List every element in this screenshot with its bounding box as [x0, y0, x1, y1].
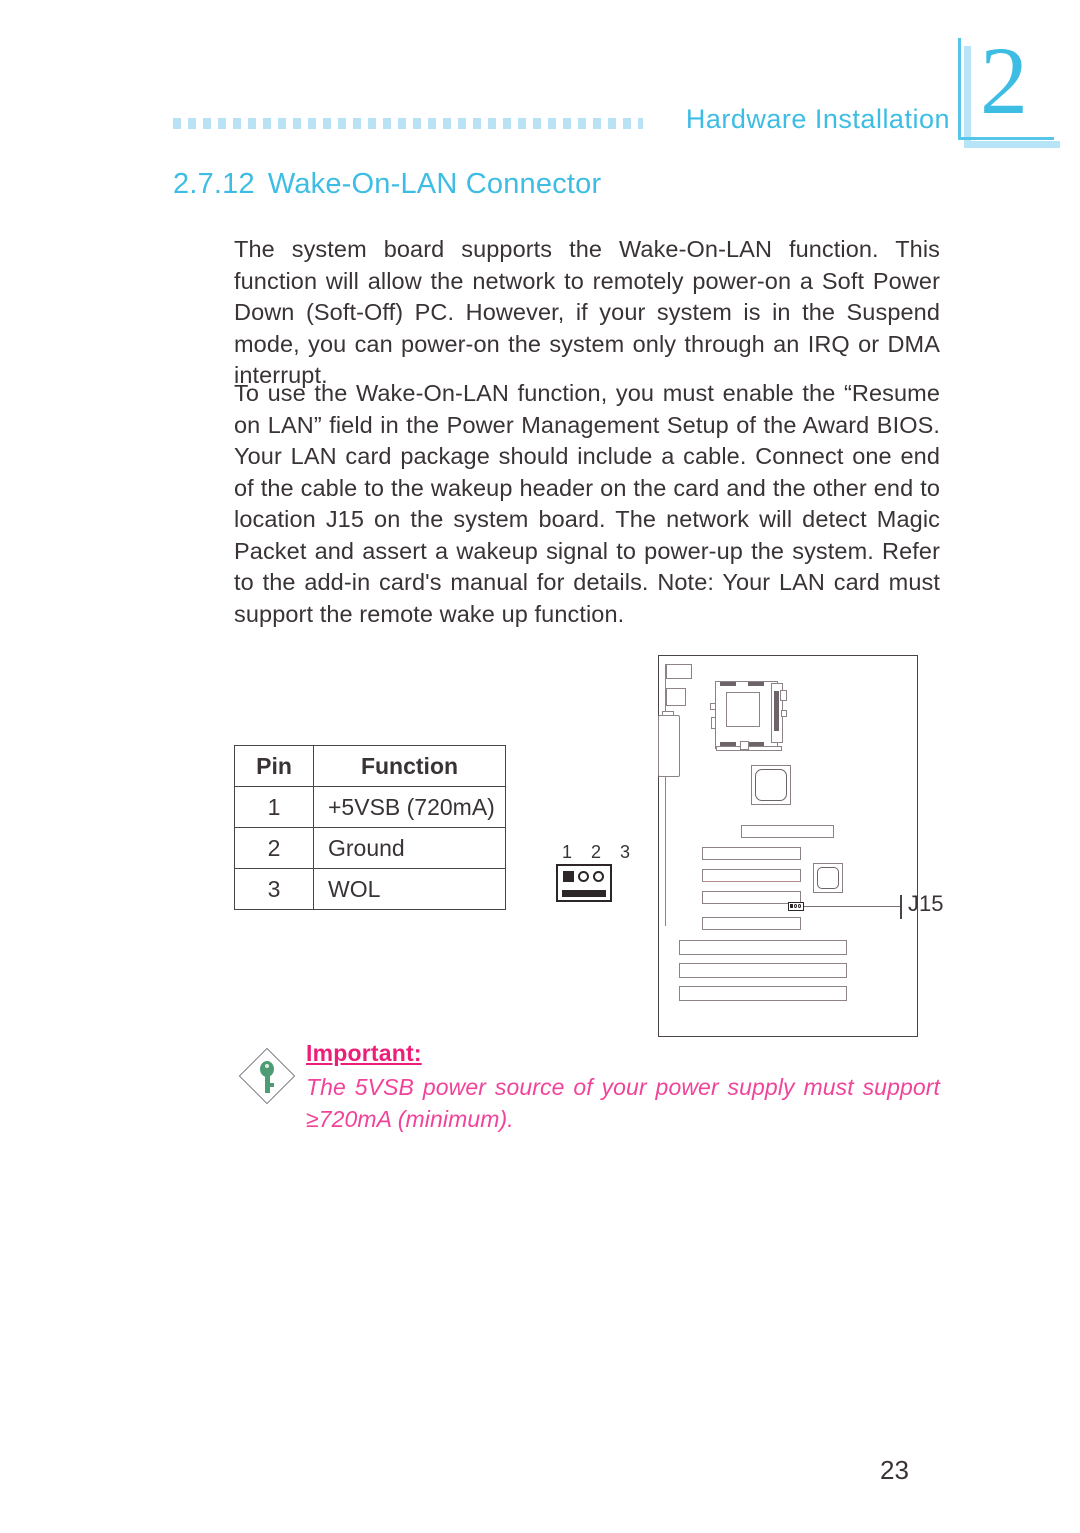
pin-3-pad-icon	[593, 871, 604, 882]
board-outline	[658, 655, 918, 1037]
cpu-socket-tab	[720, 682, 736, 686]
cpu-socket-ear	[711, 717, 716, 729]
cell-function: WOL	[313, 868, 506, 910]
io-serial-port	[666, 688, 686, 706]
j15-leader-line	[804, 906, 900, 908]
chapter-number: 2	[980, 27, 1028, 134]
pin-1-pad-icon	[563, 871, 574, 882]
body-paragraph-2: To use the Wake-On-LAN function, you mus…	[234, 380, 940, 627]
j15-pin-1-icon	[790, 904, 793, 908]
header-dot-rule	[173, 118, 643, 129]
j15-pads	[790, 904, 801, 908]
io-parallel-port	[658, 715, 680, 777]
pin-function-table: Pin Function 1 +5VSB (720mA) 2 Ground 3 …	[234, 745, 506, 910]
cpu-socket-ear	[781, 710, 787, 717]
cpu-retention-arm	[716, 746, 782, 751]
page-header: Hardware Installation 2	[0, 0, 1080, 160]
cpu-lever-inner	[774, 691, 779, 731]
pin-2-pad-icon	[578, 871, 589, 882]
key-icon	[238, 1047, 296, 1105]
cell-function: Ground	[313, 827, 506, 869]
table-row: 1 +5VSB (720mA)	[234, 786, 506, 828]
table-header-row: Pin Function	[234, 745, 506, 787]
cpu-socket-ear	[780, 690, 787, 701]
memory-slot	[702, 891, 801, 904]
section-number: 2.7.12	[173, 168, 255, 200]
section-title: Wake-On-LAN Connector	[267, 168, 602, 200]
chipset-south-inner	[817, 867, 839, 889]
connector-base	[562, 890, 606, 897]
cpu-die	[726, 692, 760, 727]
body-paragraph-1: The system board supports the Wake-On-LA…	[234, 236, 940, 388]
column-header-pin: Pin	[234, 745, 314, 787]
memory-slot	[702, 847, 801, 860]
important-note-body: Important: The 5VSB power source of your…	[306, 1040, 940, 1135]
j15-pin-3-icon	[798, 904, 801, 908]
j15-connector	[788, 902, 804, 911]
important-note-title: Important:	[306, 1040, 422, 1066]
cpu-socket-ear	[710, 703, 716, 710]
cell-pin: 2	[234, 827, 314, 869]
key-icon-tooth	[269, 1083, 274, 1087]
j15-callout-label: J15	[908, 891, 944, 916]
key-icon-hole	[265, 1064, 269, 1068]
table-row: 2 Ground	[234, 827, 506, 869]
motherboard-diagram: J15	[658, 655, 943, 1037]
connector-pin-diagram: 1 2 3	[556, 842, 638, 902]
column-header-function: Function	[313, 745, 506, 787]
cell-function: +5VSB (720mA)	[313, 786, 506, 828]
important-note-text: The 5VSB power source of your power supp…	[306, 1074, 940, 1132]
section-heading: 2.7.12 Wake-On-LAN Connector	[173, 168, 601, 201]
header-title: Hardware Installation	[685, 104, 950, 134]
connector-pads	[563, 871, 604, 882]
pci-slot	[679, 963, 847, 978]
connector-body	[556, 864, 612, 902]
connector-pin-labels: 1 2 3	[562, 842, 638, 862]
table-row: 3 WOL	[234, 868, 506, 910]
j15-pin-2-icon	[794, 904, 797, 908]
chapter-badge: 2	[958, 27, 1060, 148]
page-number: 23	[880, 1455, 909, 1485]
chipset-north-inner	[755, 769, 787, 801]
pci-slot	[679, 940, 847, 955]
agp-slot	[741, 825, 834, 838]
cell-pin: 3	[234, 868, 314, 910]
memory-slot	[702, 917, 801, 930]
j15-leader-tick	[900, 895, 902, 919]
pci-slot	[679, 986, 847, 1001]
memory-slot	[702, 869, 801, 882]
cpu-socket-tab	[748, 682, 764, 686]
io-ps2-port	[666, 664, 692, 679]
cell-pin: 1	[234, 786, 314, 828]
cpu-socket-notch	[740, 741, 749, 750]
